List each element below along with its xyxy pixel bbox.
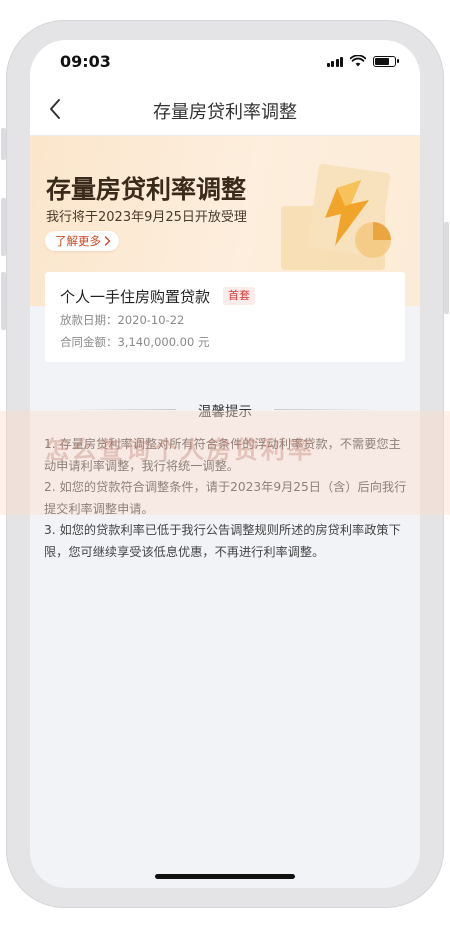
loan-card[interactable]: 个人一手住房购置贷款 首套 放款日期：2020-10-22 合同金额：3,140…	[45, 272, 405, 362]
signal-icon	[326, 56, 343, 67]
promo-banner: 存量房贷利率调整 我行将于2023年9月25日开放受理 了解更多 个人一手住房购…	[30, 136, 420, 362]
learn-more-button[interactable]: 了解更多	[45, 231, 119, 251]
tips-header: 温馨提示	[44, 398, 406, 420]
chevron-right-icon	[104, 236, 111, 246]
status-time: 09:03	[60, 52, 111, 71]
rate-down-illustration-icon	[281, 163, 391, 270]
wifi-icon	[350, 55, 366, 67]
banner-title: 存量房贷利率调整	[46, 175, 247, 204]
tips-title: 温馨提示	[198, 404, 252, 420]
nav-bar: 存量房贷利率调整	[30, 84, 420, 136]
side-button-volume-up	[1, 198, 6, 256]
battery-icon	[373, 55, 399, 67]
loan-amount-value: 3,140,000.00 元	[117, 335, 210, 349]
page-title: 存量房贷利率调整	[153, 102, 297, 123]
loan-amount-label: 合同金额：	[60, 335, 118, 349]
banner-subtitle: 我行将于2023年9月25日开放受理	[46, 210, 247, 225]
first-home-badge: 首套	[223, 287, 255, 305]
learn-more-label: 了解更多	[55, 234, 101, 248]
loan-date-value: 2020-10-22	[117, 313, 185, 327]
loan-date-label: 放款日期：	[60, 313, 118, 327]
side-button-volume-down	[1, 272, 6, 330]
watermark-text: 怎么查询个人房贷利率	[45, 436, 315, 464]
loan-date-row: 放款日期：2020-10-22	[60, 312, 184, 328]
tip-item-2: 2. 如您的贷款符合调整条件，请于2023年9月25日（含）后向我行提交利率调整…	[44, 480, 407, 516]
loan-name: 个人一手住房购置贷款	[60, 288, 211, 306]
tip-item-3: 3. 如您的贷款利率已低于我行公告调整规则所述的房贷利率政策下限，您可继续享受该…	[44, 523, 401, 559]
status-icons	[326, 55, 399, 67]
divider-right	[274, 409, 384, 410]
status-bar: 09:03	[30, 40, 420, 84]
loan-amount-row: 合同金额：3,140,000.00 元	[60, 334, 209, 350]
side-button-power	[444, 222, 449, 314]
side-button-mute	[1, 128, 6, 160]
home-indicator	[155, 874, 295, 879]
